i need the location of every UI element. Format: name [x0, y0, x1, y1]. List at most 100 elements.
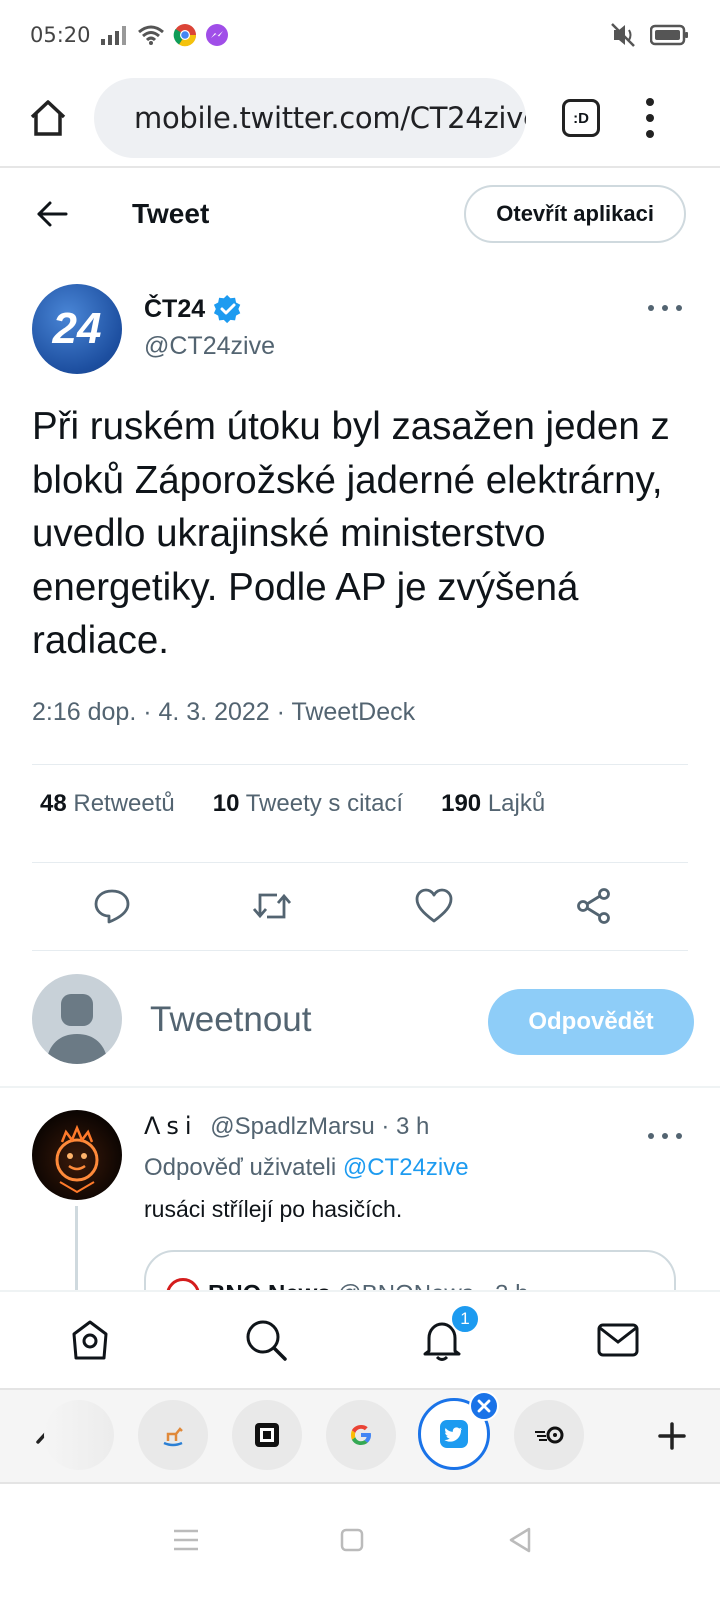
likes-count: 190: [441, 790, 482, 817]
home-button[interactable]: [22, 92, 74, 144]
twitter-favicon-icon: [440, 1420, 468, 1448]
heart-icon: [415, 888, 453, 923]
battery-icon: [650, 24, 688, 46]
tweet-header: Tweet Otevřít aplikaci: [0, 168, 720, 260]
author-avatar[interactable]: 24: [32, 284, 122, 374]
messenger-notification-icon: [205, 24, 228, 46]
retweet-action[interactable]: [250, 884, 294, 928]
retweets-count: 48: [40, 790, 67, 817]
divider: [0, 1086, 720, 1088]
quotes-count: 10: [212, 790, 240, 817]
chrome-notification-icon: [173, 24, 196, 47]
signal-icon: [100, 26, 126, 45]
status-time: 05:20: [30, 23, 91, 47]
divider: [32, 862, 688, 863]
author-handle[interactable]: @CT24zive: [144, 332, 275, 361]
tab-switcher-button[interactable]: :D: [562, 99, 600, 137]
tweet-timestamp[interactable]: 2:16 dop. · 4. 3. 2022 · TweetDeck: [32, 698, 415, 727]
browser-menu-button[interactable]: [640, 98, 660, 138]
tweet-text: Při ruském útoku byl zasažen jeden z blo…: [32, 405, 670, 662]
rocking-horse-favicon-icon: [163, 1427, 183, 1447]
reply-header: Λsi @SpadlzMarsu · 3 h: [144, 1112, 429, 1141]
verified-badge-icon: [214, 294, 241, 324]
status-bar: 05:20: [0, 0, 720, 70]
retweets-stat[interactable]: 48 Retweetů: [40, 790, 175, 818]
reply-more-button[interactable]: [648, 1126, 682, 1146]
tweet-actions: [0, 884, 720, 928]
replying-to-mention[interactable]: @CT24zive: [343, 1154, 469, 1181]
reply-author-name[interactable]: Λsi: [144, 1112, 198, 1140]
twitter-bottom-nav: 1: [0, 1290, 720, 1388]
browser-tab-strip: [0, 1388, 720, 1484]
replying-to-label: Odpověď uživateli: [144, 1154, 337, 1181]
retweets-label: Retweetů: [73, 790, 175, 817]
author-name-row[interactable]: ČT24: [144, 294, 243, 324]
reply-icon: [94, 889, 130, 924]
back-arrow-icon: [37, 201, 68, 227]
replying-to: Odpověď uživateli @CT24zive: [144, 1154, 469, 1182]
tab-item[interactable]: [138, 1400, 208, 1470]
nav-home[interactable]: [66, 1316, 114, 1364]
plus-icon: [658, 1422, 686, 1450]
reply-handle-time[interactable]: @SpadlzMarsu · 3 h: [210, 1113, 429, 1140]
tab-item[interactable]: [514, 1400, 584, 1470]
divider: [32, 764, 688, 765]
share-icon: [577, 888, 610, 924]
like-action[interactable]: [412, 884, 456, 928]
tab-item[interactable]: [326, 1400, 396, 1470]
tweet-more-button[interactable]: [648, 298, 682, 318]
qr-favicon-icon: [255, 1423, 279, 1447]
close-icon: [477, 1399, 491, 1413]
likes-stat[interactable]: 190 Lajků: [441, 790, 545, 818]
page-title: Tweet: [132, 198, 210, 229]
search-icon: [246, 1320, 287, 1361]
back-button[interactable]: [32, 194, 72, 234]
reply-button[interactable]: Odpovědět: [488, 989, 694, 1055]
tweet-author: 24 ČT24 @CT24zive: [32, 284, 688, 376]
system-back-button[interactable]: [498, 1518, 542, 1562]
address-bar[interactable]: mobile.twitter.com/CT24zive/status/14995…: [94, 78, 526, 158]
thread-line: [75, 1206, 78, 1296]
divider: [32, 950, 688, 951]
reply-action[interactable]: [90, 884, 134, 928]
tab-item[interactable]: [232, 1400, 302, 1470]
system-menu-button[interactable]: [164, 1518, 208, 1562]
tweet-stats: 48 Retweetů 10 Tweety s citací 190 Lajků: [40, 790, 583, 818]
home-icon: [72, 1320, 108, 1360]
url-text: mobile.twitter.com/CT24zive/status/14995…: [134, 101, 526, 135]
new-tab-button[interactable]: [654, 1418, 690, 1454]
open-app-button[interactable]: Otevřít aplikaci: [464, 185, 686, 243]
notification-badge: 1: [450, 1304, 480, 1334]
compose-input[interactable]: Tweetnout: [150, 1000, 312, 1040]
browser-toolbar: mobile.twitter.com/CT24zive/status/14995…: [0, 70, 720, 168]
mute-vibrate-icon: [611, 23, 635, 47]
likes-label: Lajků: [487, 790, 546, 817]
reply-composer: Tweetnout Odpovědět: [32, 974, 694, 1066]
speed-favicon-icon: [535, 1426, 564, 1444]
wifi-icon: [137, 25, 164, 45]
system-nav-bar: [0, 1484, 720, 1600]
default-avatar-icon: [46, 994, 108, 1064]
tab-item-active-twitter[interactable]: [418, 1391, 499, 1470]
quotes-stat[interactable]: 10 Tweety s citací: [213, 790, 403, 818]
mail-icon: [597, 1323, 639, 1357]
tab-item[interactable]: [44, 1400, 114, 1470]
quotes-label: Tweety s citací: [245, 790, 404, 817]
retweet-icon: [252, 893, 292, 919]
share-action[interactable]: [572, 884, 616, 928]
triangle-back-icon: [509, 1527, 531, 1553]
system-home-button[interactable]: [330, 1518, 374, 1562]
glowing-face-avatar-icon: [55, 1124, 99, 1194]
home-icon: [30, 100, 66, 136]
reply-author-avatar[interactable]: [32, 1110, 122, 1200]
reply-text: rusáci střílejí po hasičích.: [144, 1196, 403, 1222]
nav-search[interactable]: [242, 1316, 290, 1364]
google-favicon-icon: [351, 1425, 371, 1445]
square-home-icon: [340, 1528, 364, 1552]
close-tab-button[interactable]: [469, 1391, 499, 1421]
user-avatar[interactable]: [32, 974, 122, 1064]
author-name: ČT24: [144, 294, 206, 323]
menu-icon: [174, 1529, 198, 1551]
nav-notifications[interactable]: 1: [418, 1304, 480, 1364]
nav-messages[interactable]: [594, 1316, 642, 1364]
